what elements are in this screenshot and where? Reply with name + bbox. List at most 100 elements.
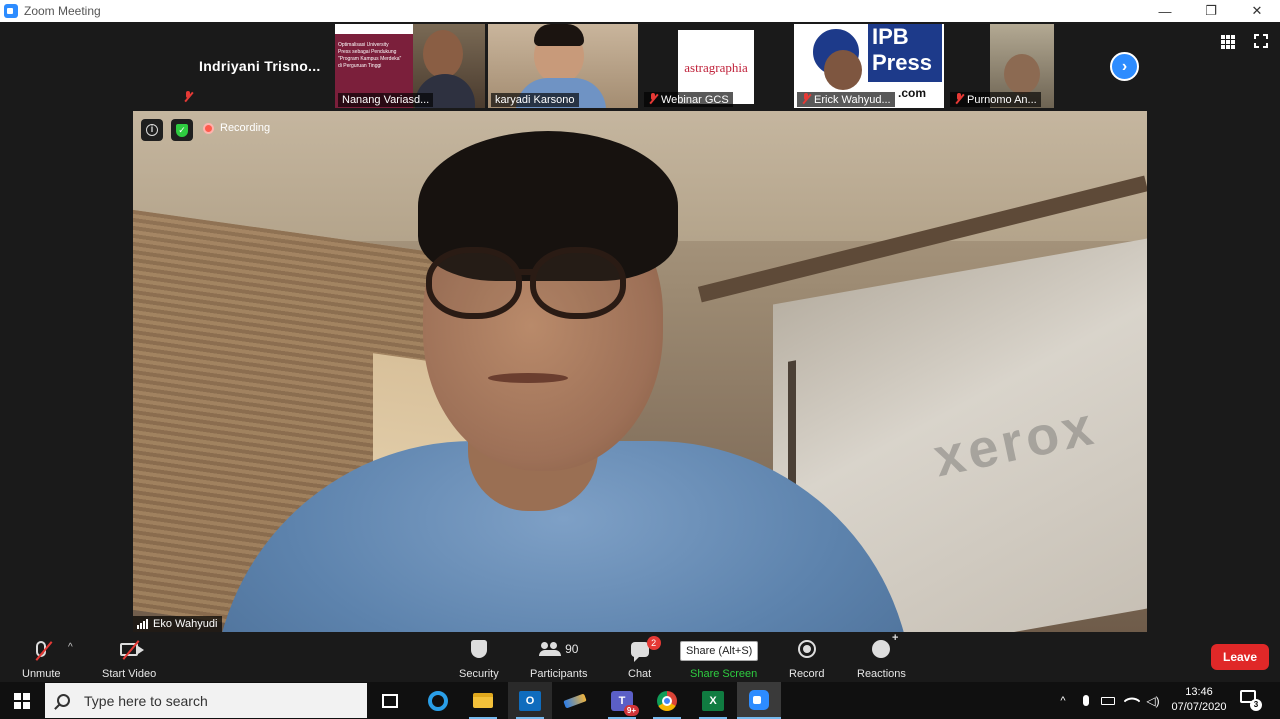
smiley-add-icon xyxy=(872,632,898,658)
participant-tile[interactable]: astragraphia Webinar GCS xyxy=(641,24,791,108)
participant-tile[interactable]: Indriyani Trisno... xyxy=(183,24,333,108)
recording-label: Recording xyxy=(220,122,271,134)
restore-button[interactable]: ❐ xyxy=(1188,0,1234,22)
participant-name: Nanang Variasd... xyxy=(338,93,434,107)
participant-name: Webinar GCS xyxy=(644,92,733,107)
search-icon xyxy=(57,694,70,707)
participants-button[interactable]: 90 Participants xyxy=(530,638,587,680)
participant-name: Erick Wahyud... xyxy=(797,92,895,107)
clock-date: 07/07/2020 xyxy=(1171,701,1227,713)
muted-mic-icon xyxy=(954,93,964,104)
task-view-icon xyxy=(382,693,398,708)
start-video-button[interactable]: Start Video xyxy=(102,638,156,680)
folder-icon xyxy=(473,693,493,708)
window-title: Zoom Meeting xyxy=(24,4,101,18)
speaker-name: Eko Wahyudi xyxy=(153,618,218,630)
zoom-app-button[interactable] xyxy=(737,682,781,719)
participant-tile[interactable]: karyadi Karsono xyxy=(488,24,638,108)
teams-badge: 9+ xyxy=(623,704,639,716)
excel-app-button[interactable]: X xyxy=(691,682,735,719)
taskbar-search-box[interactable]: Type here to search xyxy=(45,683,367,718)
encryption-shield-button[interactable]: ✓ xyxy=(171,119,193,141)
participants-icon xyxy=(539,642,562,656)
outlook-icon: O xyxy=(519,690,541,711)
zoom-meeting-window: Zoom Meeting — ❐ ✕ Indriyani Trisno... O… xyxy=(0,0,1280,719)
action-center-button[interactable]: 3 xyxy=(1240,690,1262,711)
search-placeholder: Type here to search xyxy=(84,692,208,709)
zoom-logo-icon xyxy=(4,4,18,18)
task-view-button[interactable] xyxy=(368,682,412,719)
unmute-button[interactable]: Unmute xyxy=(22,638,61,680)
person-face xyxy=(1004,54,1040,94)
participant-thumbnail-strip: Indriyani Trisno... Optimalisasi Univers… xyxy=(0,22,1280,110)
volume-icon[interactable]: ◁) xyxy=(1144,682,1162,719)
chrome-app-button[interactable] xyxy=(645,682,689,719)
zoom-app-icon xyxy=(749,689,769,710)
meeting-toolbar: Unmute ^ Start Video Security 90 Partici… xyxy=(0,632,1280,682)
audio-options-caret-icon[interactable]: ^ xyxy=(68,642,73,653)
battery-icon[interactable] xyxy=(1098,682,1118,719)
muted-mic-icon xyxy=(801,93,811,104)
fullscreen-icon[interactable] xyxy=(1254,34,1268,48)
participant-name: karyadi Karsono xyxy=(491,93,579,107)
next-page-button[interactable]: › xyxy=(1110,52,1139,81)
gallery-view-icon[interactable] xyxy=(1221,35,1235,49)
active-speaker-video: xerox i ✓ Recording Eko Wahyudi xyxy=(133,111,1147,632)
participant-count: 90 xyxy=(565,642,579,656)
leave-button[interactable]: Leave xyxy=(1211,644,1269,670)
person-face xyxy=(423,30,463,78)
shield-check-icon: ✓ xyxy=(176,123,188,137)
windows-taskbar: Type here to search O T 9+ X ^ ◁) 13:46 0… xyxy=(0,682,1280,719)
outlook-app-button[interactable]: O xyxy=(508,682,552,719)
chat-bubble-icon: 2 xyxy=(630,635,661,662)
participant-name: Indriyani Trisno... xyxy=(199,58,321,74)
pen-app-icon xyxy=(563,692,587,709)
pen-app-button[interactable] xyxy=(553,682,597,719)
edge-browser-icon xyxy=(428,690,448,711)
clock-time: 13:46 xyxy=(1185,686,1213,698)
meeting-info-button[interactable]: i xyxy=(141,119,163,141)
reactions-button[interactable]: Reactions xyxy=(857,632,906,680)
speaker-glasses xyxy=(426,247,522,319)
record-button[interactable]: Record xyxy=(789,638,824,680)
teams-icon: T 9+ xyxy=(611,690,639,716)
notification-count-badge: 3 xyxy=(1250,699,1262,711)
wifi-icon[interactable] xyxy=(1122,682,1142,719)
share-tooltip: Share (Alt+S) xyxy=(680,641,759,661)
chat-button[interactable]: 2 Chat xyxy=(628,635,661,680)
teams-app-button[interactable]: T 9+ xyxy=(600,682,644,719)
shield-icon xyxy=(470,640,487,658)
participant-name: Purnomo An... xyxy=(950,92,1041,107)
start-button[interactable] xyxy=(0,682,44,719)
chrome-icon xyxy=(657,690,677,711)
participant-tile[interactable]: IPB Press .com Erick Wahyud... xyxy=(794,24,944,108)
slide-text: Optimalisasi University Press sebagai Pe… xyxy=(338,42,402,69)
edge-app-button[interactable] xyxy=(416,682,460,719)
muted-mic-icon xyxy=(183,91,193,102)
recording-dot-icon xyxy=(203,122,214,134)
participant-tile[interactable]: Purnomo An... xyxy=(947,24,1097,108)
person-face xyxy=(824,50,862,90)
minimize-button[interactable]: — xyxy=(1142,0,1188,22)
file-explorer-button[interactable] xyxy=(461,682,505,719)
participant-tile[interactable]: Optimalisasi University Press sebagai Pe… xyxy=(335,24,485,108)
windows-logo-icon xyxy=(14,692,30,709)
microphone-muted-icon xyxy=(35,641,53,661)
microphone-tray-icon[interactable] xyxy=(1078,682,1094,719)
speaker-name-tag: Eko Wahyudi xyxy=(133,616,223,632)
excel-icon: X xyxy=(702,690,724,711)
muted-mic-icon xyxy=(648,93,658,104)
recording-indicator[interactable]: Recording xyxy=(203,122,270,134)
chevron-up-icon: ^ xyxy=(1060,694,1066,707)
info-icon: i xyxy=(146,124,158,136)
record-icon xyxy=(797,640,816,658)
taskbar-clock[interactable]: 13:46 07/07/2020 xyxy=(1164,685,1234,715)
show-hidden-icons-button[interactable]: ^ xyxy=(1054,682,1072,719)
video-camera-off-icon xyxy=(120,639,145,660)
window-controls: — ❐ ✕ xyxy=(1142,0,1280,22)
security-button[interactable]: Security xyxy=(459,638,499,680)
ipb-press-logo: IPB Press xyxy=(868,24,942,82)
signal-bars-icon xyxy=(137,619,149,629)
chevron-right-icon: › xyxy=(1121,57,1128,75)
close-button[interactable]: ✕ xyxy=(1234,0,1280,22)
